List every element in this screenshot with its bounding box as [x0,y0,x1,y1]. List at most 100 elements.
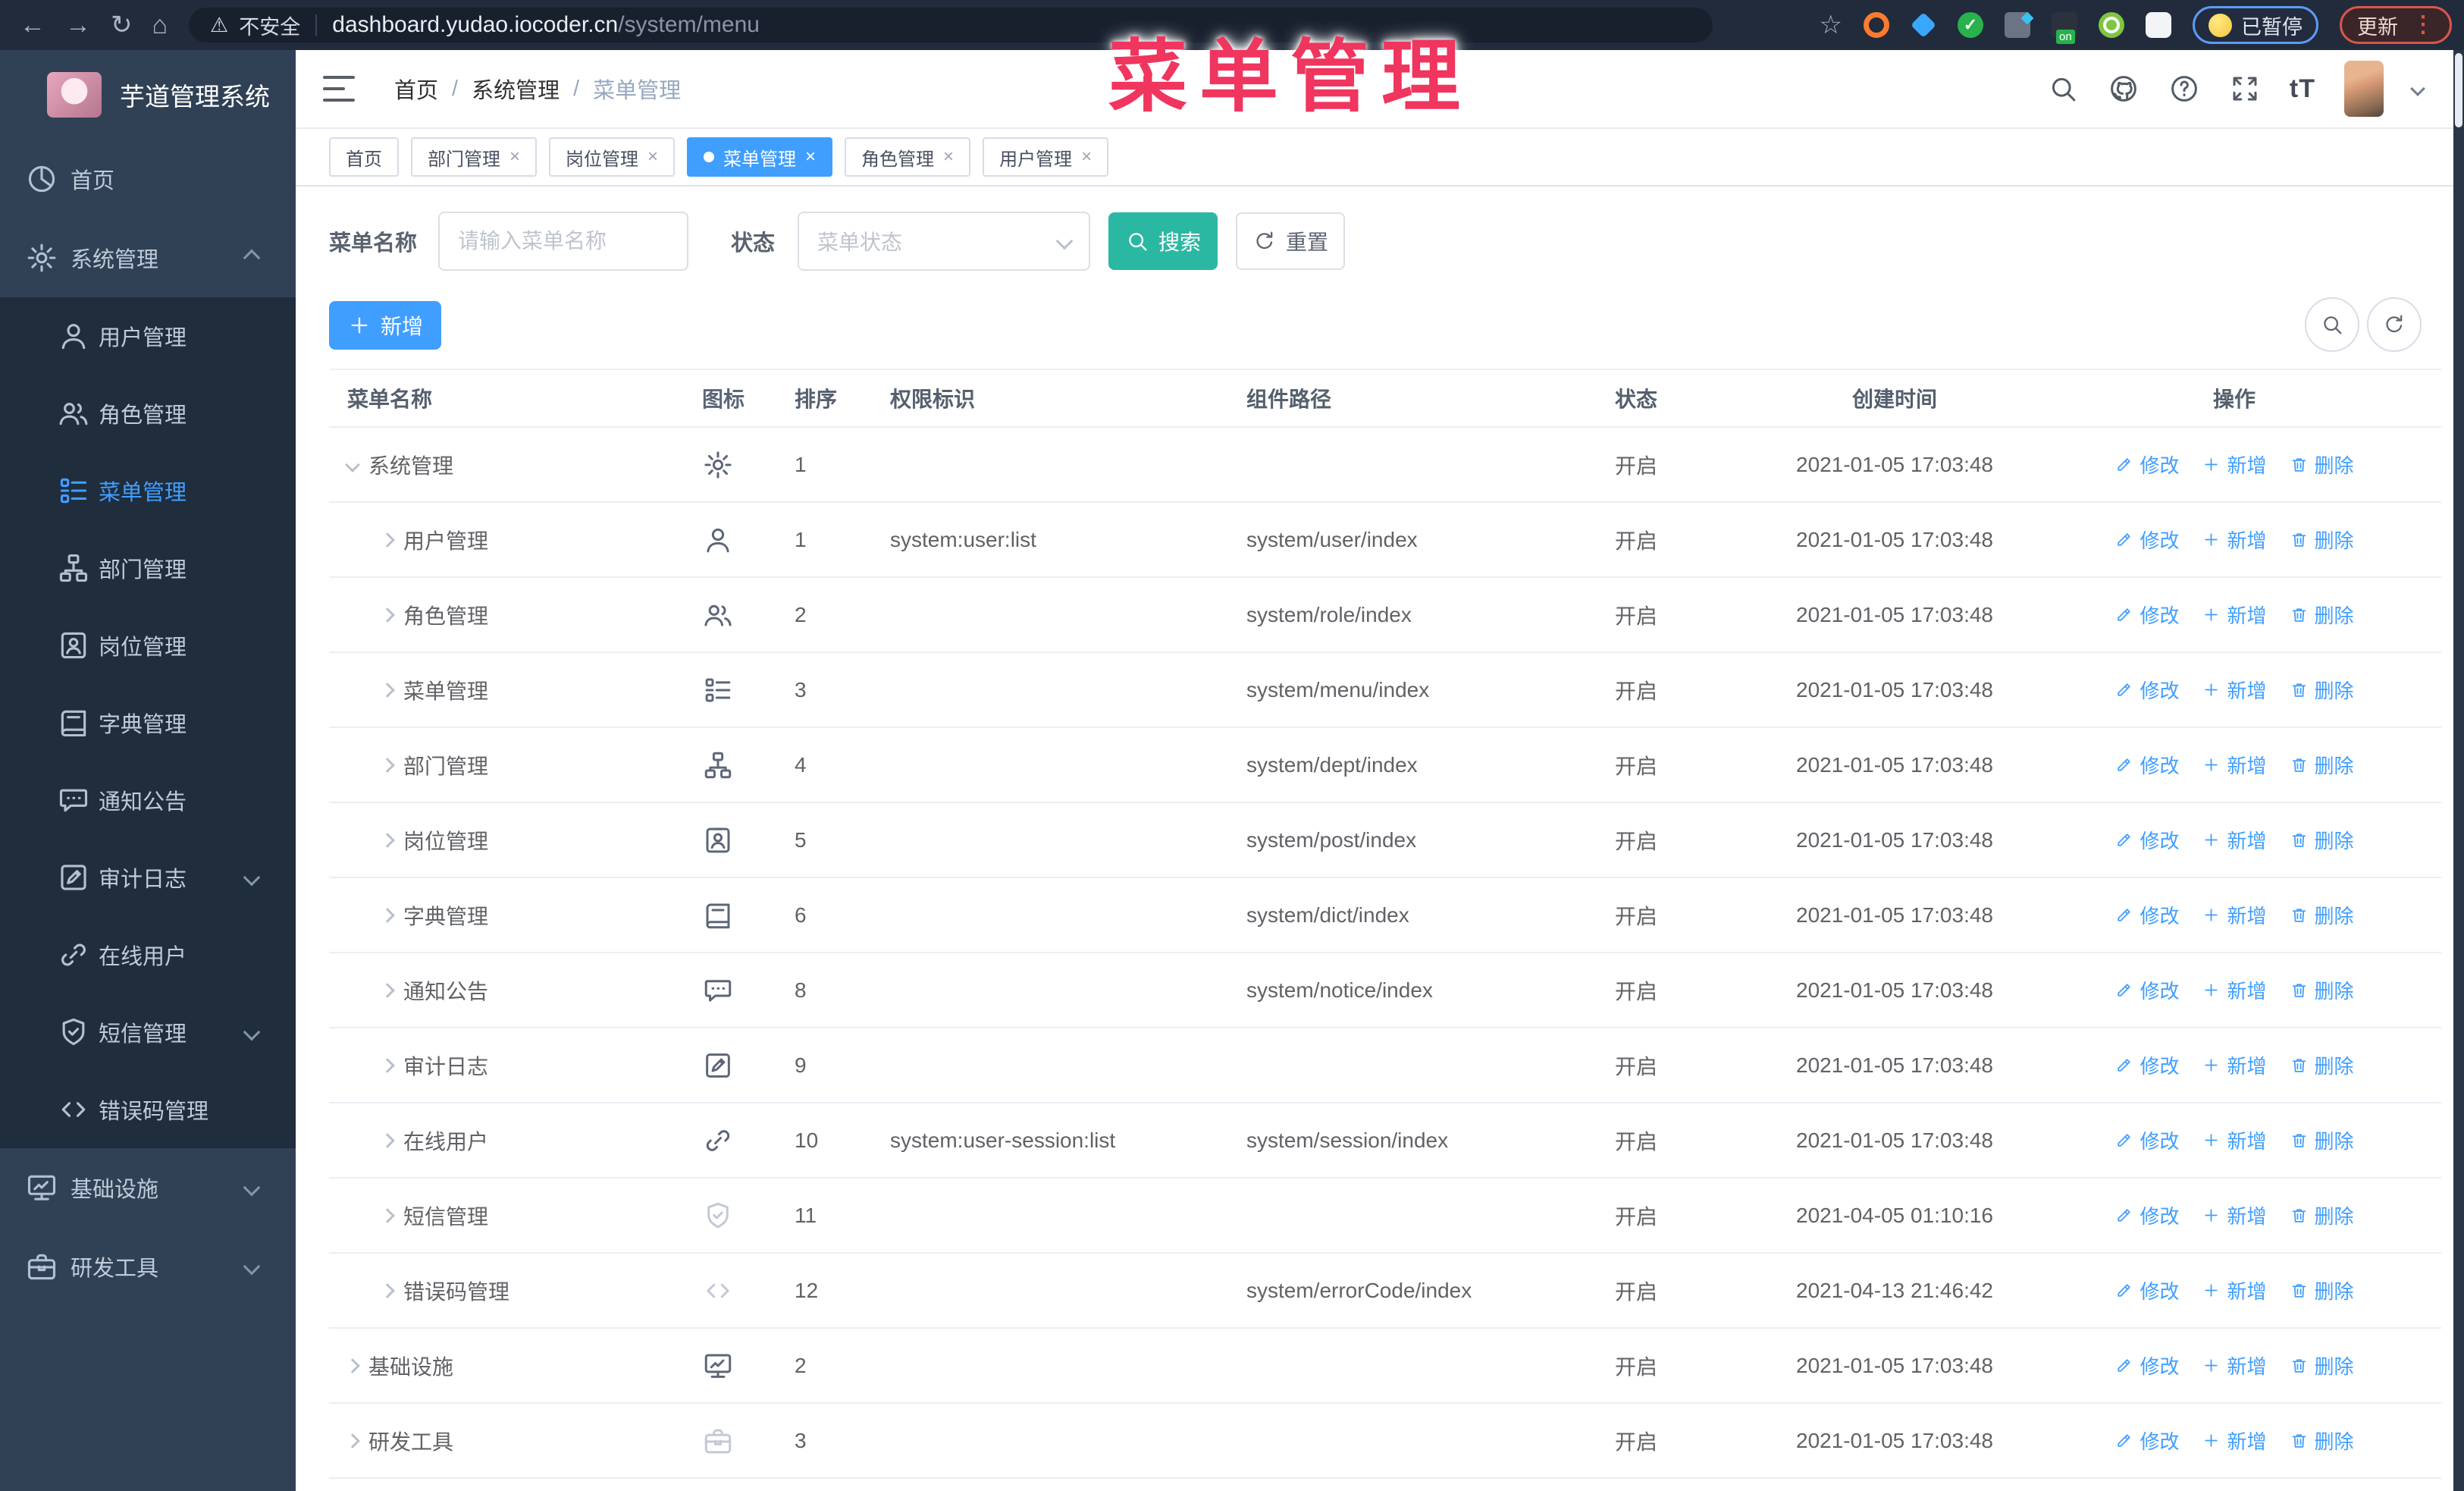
add-child-link[interactable]: 新增 [2202,826,2267,854]
page-scrollbar[interactable] [2453,50,2464,1491]
add-child-link[interactable]: 新增 [2202,676,2267,704]
delete-link[interactable]: 删除 [2290,826,2354,854]
extension-tiles-icon[interactable] [2005,12,2030,38]
add-child-link[interactable]: 新增 [2202,1351,2267,1380]
delete-link[interactable]: 删除 [2290,901,2354,929]
sidebar-item-用户管理[interactable]: 用户管理 [0,297,296,375]
delete-link[interactable]: 删除 [2290,1276,2354,1304]
row-expand-icon[interactable] [380,682,395,698]
collapse-sidebar-icon[interactable] [323,76,355,102]
add-child-link[interactable]: 新增 [2202,976,2267,1004]
sidebar-item-研发工具[interactable]: 研发工具 [0,1227,296,1306]
add-child-link[interactable]: 新增 [2202,601,2267,629]
row-expand-icon[interactable] [380,1057,395,1073]
sidebar-item-字典管理[interactable]: 字典管理 [0,684,296,761]
breadcrumb-system[interactable]: 系统管理 [472,73,560,105]
add-child-link[interactable]: 新增 [2202,1276,2267,1304]
browser-update-button[interactable]: 更新 ⋮ [2340,6,2452,44]
row-expand-icon[interactable] [380,982,395,998]
edit-link[interactable]: 修改 [2114,450,2179,479]
reset-button[interactable]: 重置 [1236,212,1346,270]
search-button[interactable]: 搜索 [1108,212,1218,270]
delete-link[interactable]: 删除 [2290,1126,2354,1154]
sidebar-item-首页[interactable]: 首页 [0,140,296,218]
tab-部门管理[interactable]: 部门管理 × [411,137,538,177]
url-bar[interactable]: ⚠ 不安全 dashboard.yudao.iocoder.cn /system… [189,8,1713,42]
edit-link[interactable]: 修改 [2114,826,2179,854]
add-child-link[interactable]: 新增 [2202,1126,2267,1154]
add-child-link[interactable]: 新增 [2202,1201,2267,1229]
add-child-link[interactable]: 新增 [2202,450,2267,479]
extension-gem-icon[interactable] [1911,12,1936,38]
delete-link[interactable]: 删除 [2290,1351,2354,1380]
home-icon[interactable]: ⌂ [152,12,168,38]
extensions-puzzle-icon[interactable] [2146,12,2171,38]
sidebar-item-岗位管理[interactable]: 岗位管理 [0,607,296,684]
edit-link[interactable]: 修改 [2114,976,2179,1004]
extension-check-icon[interactable]: ✓ [1958,12,1983,38]
delete-link[interactable]: 删除 [2290,676,2354,704]
sidebar-item-通知公告[interactable]: 通知公告 [0,761,296,839]
chrome-menu-icon[interactable]: ⋮ [2412,14,2434,36]
font-size-icon[interactable]: tT [2290,74,2315,104]
tab-菜单管理[interactable]: 菜单管理 × [687,137,833,177]
row-expand-icon[interactable] [380,907,395,923]
row-expand-icon[interactable] [380,832,395,848]
delete-link[interactable]: 删除 [2290,1427,2354,1455]
row-expand-icon[interactable] [380,1207,395,1223]
extension-on-icon[interactable] [2052,12,2077,44]
row-expand-icon[interactable] [380,757,395,773]
edit-link[interactable]: 修改 [2114,1427,2179,1455]
app-logo-row[interactable]: 芋道管理系统 [0,50,296,140]
breadcrumb-home[interactable]: 首页 [394,73,438,105]
fullscreen-icon[interactable] [2229,73,2261,105]
chevron-down-icon[interactable] [2410,81,2425,96]
add-child-link[interactable]: 新增 [2202,1051,2267,1079]
extension-orange-icon[interactable] [1864,12,1889,38]
show-search-icon[interactable] [2305,297,2359,352]
row-expand-icon[interactable] [345,1433,360,1449]
sidebar-item-系统管理[interactable]: 系统管理 [0,218,296,297]
delete-link[interactable]: 删除 [2290,976,2354,1004]
close-icon[interactable]: × [1081,148,1092,166]
sidebar-item-菜单管理[interactable]: 菜单管理 [0,452,296,529]
status-select[interactable]: 菜单状态 [798,212,1091,271]
paused-extension-badge[interactable]: 已暂停 [2193,6,2318,44]
sidebar-item-短信管理[interactable]: 短信管理 [0,993,296,1071]
back-icon[interactable]: ← [20,12,45,38]
edit-link[interactable]: 修改 [2114,676,2179,704]
add-child-link[interactable]: 新增 [2202,901,2267,929]
help-icon[interactable] [2168,73,2200,105]
bookmark-star-icon[interactable]: ☆ [1820,10,1842,40]
forward-icon[interactable]: → [65,12,91,38]
sidebar-item-基础设施[interactable]: 基础设施 [0,1148,296,1227]
delete-link[interactable]: 删除 [2290,1051,2354,1079]
row-expand-icon[interactable] [380,532,395,548]
row-expand-icon[interactable] [345,457,360,472]
sidebar-item-在线用户[interactable]: 在线用户 [0,916,296,993]
avatar[interactable] [2344,61,2384,117]
tab-用户管理[interactable]: 用户管理 × [983,137,1109,177]
edit-link[interactable]: 修改 [2114,1126,2179,1154]
edit-link[interactable]: 修改 [2114,1201,2179,1229]
sidebar-item-角色管理[interactable]: 角色管理 [0,375,296,452]
edit-link[interactable]: 修改 [2114,901,2179,929]
close-icon[interactable]: × [943,148,954,166]
add-button[interactable]: 新增 [329,301,441,350]
sidebar-item-错误码管理[interactable]: 错误码管理 [0,1071,296,1148]
add-child-link[interactable]: 新增 [2202,751,2267,779]
scrollbar-thumb[interactable] [2455,53,2462,127]
menu-name-input[interactable] [438,212,689,271]
edit-link[interactable]: 修改 [2114,751,2179,779]
add-child-link[interactable]: 新增 [2202,526,2267,554]
tab-首页[interactable]: 首页 [329,137,399,177]
delete-link[interactable]: 删除 [2290,601,2354,629]
sidebar-item-审计日志[interactable]: 审计日志 [0,839,296,916]
search-icon[interactable] [2047,73,2079,105]
sidebar-item-部门管理[interactable]: 部门管理 [0,529,296,607]
edit-link[interactable]: 修改 [2114,601,2179,629]
add-child-link[interactable]: 新增 [2202,1427,2267,1455]
reload-icon[interactable]: ↻ [111,12,133,38]
delete-link[interactable]: 删除 [2290,526,2354,554]
delete-link[interactable]: 删除 [2290,450,2354,479]
